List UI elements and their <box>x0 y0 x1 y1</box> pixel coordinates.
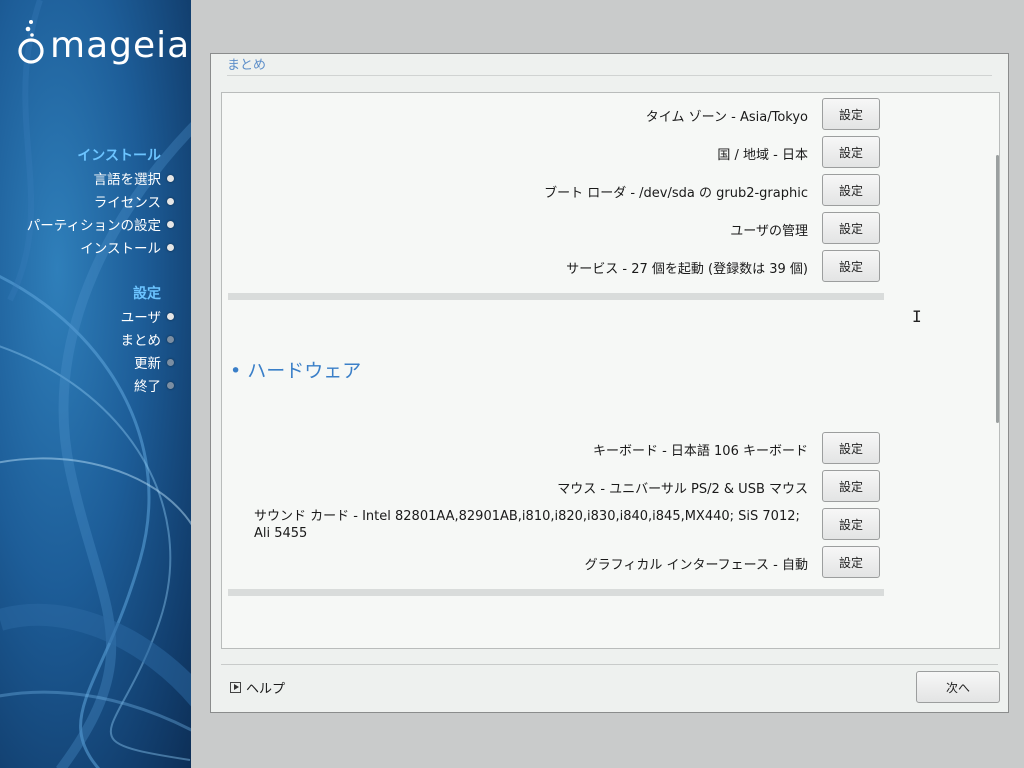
summary-panel: まとめ タイム ゾーン - Asia/Tokyo 設定 国 / 地域 - 日本 … <box>210 53 1009 713</box>
row-label: ユーザの管理 <box>730 223 808 239</box>
nav-item-summary: まとめ <box>120 329 174 349</box>
step-done-dot <box>167 220 174 228</box>
mageia-cauldron-icon <box>18 20 44 64</box>
text-cursor-icon: I <box>912 307 922 326</box>
row-label: ブート ローダ - /dev/sda の grub2-graphic <box>544 185 808 201</box>
vertical-scrollbar[interactable] <box>996 155 999 423</box>
nav-item-user: ユーザ <box>120 306 174 326</box>
step-pending-dot <box>167 381 174 389</box>
hardware-section-heading: • ハードウェア <box>230 360 362 382</box>
nav-item-label: まとめ <box>120 333 162 349</box>
summary-row-services: サービス - 27 個を起動 (登録数は 39 個) 設定 <box>222 250 882 284</box>
step-done-dot <box>167 197 174 205</box>
panel-title: まとめ <box>227 58 267 73</box>
row-label: キーボード - 日本語 106 キーボード <box>592 443 808 459</box>
nav-section-install: インストール <box>77 148 161 164</box>
help-label: ヘルプ <box>246 682 286 697</box>
nav-item-license: ライセンス <box>93 191 174 211</box>
title-divider <box>227 75 992 76</box>
nav-item-exit: 終了 <box>134 375 174 395</box>
sidebar-swirl-decoration <box>0 0 191 768</box>
summary-row-graphics: グラフィカル インターフェース - 自動 設定 <box>222 546 882 580</box>
configure-timezone-button[interactable]: 設定 <box>822 98 880 130</box>
section-separator <box>228 589 884 596</box>
nav-section-configure: 設定 <box>133 286 161 302</box>
nav-item-install: インストール <box>80 237 174 257</box>
configure-users-button[interactable]: 設定 <box>822 212 880 244</box>
nav-item-label: 終了 <box>134 379 161 395</box>
summary-row-sound-card: サウンド カード - Intel 82801AA,82901AB,i810,i8… <box>222 508 882 542</box>
summary-row-keyboard: キーボード - 日本語 106 キーボード 設定 <box>222 432 882 466</box>
nav-item-label: パーティションの設定 <box>26 218 161 234</box>
nav-item-partitioning: パーティションの設定 <box>26 214 174 234</box>
nav-item-label: ユーザ <box>120 310 161 326</box>
summary-row-user-management: ユーザの管理 設定 <box>222 212 882 246</box>
row-label: グラフィカル インターフェース - 自動 <box>584 557 808 573</box>
sidebar: mageia インストール 言語を選択 ライセンス パーティションの設定 インス… <box>0 0 191 768</box>
summary-row-country: 国 / 地域 - 日本 設定 <box>222 136 882 170</box>
help-toggle[interactable]: ヘルプ <box>230 678 285 697</box>
mageia-logo: mageia <box>16 18 190 64</box>
configure-mouse-button[interactable]: 設定 <box>822 470 880 502</box>
step-pending-dot <box>167 358 174 366</box>
nav-item-language: 言語を選択 <box>93 168 174 188</box>
row-label: サービス - 27 個を起動 (登録数は 39 個) <box>566 261 808 277</box>
configure-country-button[interactable]: 設定 <box>822 136 880 168</box>
step-current-dot <box>167 335 174 343</box>
step-done-dot <box>167 312 174 320</box>
summary-row-bootloader: ブート ローダ - /dev/sda の grub2-graphic 設定 <box>222 174 882 208</box>
row-label: サウンド カード - Intel 82801AA,82901AB,i810,i8… <box>254 509 800 541</box>
configure-services-button[interactable]: 設定 <box>822 250 880 282</box>
row-label: タイム ゾーン - Asia/Tokyo <box>645 109 808 125</box>
nav-item-updates: 更新 <box>134 352 174 372</box>
summary-row-mouse: マウス - ユニバーサル PS/2 & USB マウス 設定 <box>222 470 882 504</box>
footer-divider <box>221 664 998 665</box>
logo-text: mageia <box>50 25 191 66</box>
configure-graphics-button[interactable]: 設定 <box>822 546 880 578</box>
nav-item-label: 言語を選択 <box>93 172 162 188</box>
step-done-dot <box>167 174 174 182</box>
configure-sound-button[interactable]: 設定 <box>822 508 880 540</box>
nav-item-label: 更新 <box>134 356 161 372</box>
next-button[interactable]: 次へ <box>916 671 1000 703</box>
summary-row-timezone: タイム ゾーン - Asia/Tokyo 設定 <box>222 98 882 132</box>
step-done-dot <box>167 243 174 251</box>
row-label: マウス - ユニバーサル PS/2 & USB マウス <box>557 481 808 497</box>
nav-item-label: ライセンス <box>93 195 161 211</box>
expand-triangle-icon <box>230 682 241 693</box>
configure-bootloader-button[interactable]: 設定 <box>822 174 880 206</box>
summary-scroll-area[interactable]: タイム ゾーン - Asia/Tokyo 設定 国 / 地域 - 日本 設定 ブ… <box>221 92 1000 649</box>
configure-keyboard-button[interactable]: 設定 <box>822 432 880 464</box>
section-separator <box>228 293 884 300</box>
row-label: 国 / 地域 - 日本 <box>717 147 808 163</box>
nav-item-label: インストール <box>80 241 161 257</box>
